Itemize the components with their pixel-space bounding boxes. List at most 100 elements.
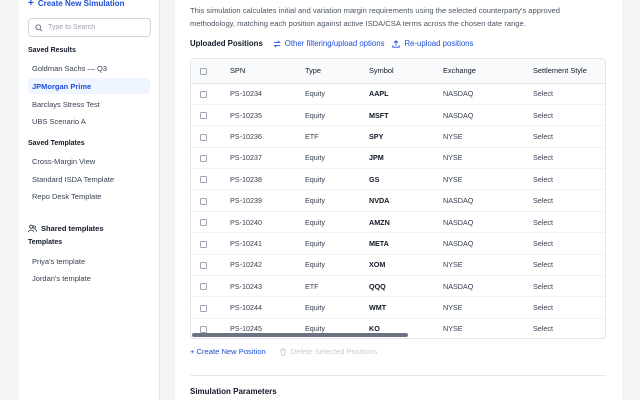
table-actions: + Create New Position Delete Selected Po… xyxy=(190,347,377,356)
column-header-type[interactable]: Type xyxy=(305,59,369,84)
saved-result-jpmorgan[interactable]: JPMorgan Prime xyxy=(28,78,150,94)
saved-template-isda[interactable]: Standard ISDA Template xyxy=(28,171,150,187)
trash-icon xyxy=(279,347,286,356)
row-checkbox[interactable] xyxy=(200,304,207,312)
cell-type: Equity xyxy=(305,168,369,191)
column-header-symbol[interactable]: Symbol xyxy=(369,59,443,84)
row-checkbox[interactable] xyxy=(200,90,207,98)
cell-spn: PS-10236 xyxy=(218,125,305,148)
upload-icon xyxy=(392,39,401,48)
cell-type: Equity xyxy=(305,83,369,105)
cell-type: Equity xyxy=(305,296,369,319)
cell-settlement-style[interactable]: Select xyxy=(533,104,605,127)
row-select-cell xyxy=(191,147,218,170)
cell-spn: PS-10237 xyxy=(218,147,305,170)
template-priya[interactable]: Priya's template xyxy=(28,253,150,269)
cell-type: ETF xyxy=(305,275,369,298)
cell-spn: PS-10240 xyxy=(218,211,305,234)
column-header-settlement-style[interactable]: Settlement Style xyxy=(533,59,605,84)
cell-settlement-style[interactable]: Select xyxy=(533,211,605,234)
table-row[interactable]: PS-10236 ETF SPY NYSE Select xyxy=(191,125,605,148)
cell-settlement-style[interactable]: Select xyxy=(533,275,605,298)
row-checkbox[interactable] xyxy=(200,261,207,269)
cell-symbol: WMT xyxy=(369,296,443,319)
cell-settlement-style[interactable]: Select xyxy=(533,189,605,212)
create-position-button[interactable]: + Create New Position xyxy=(190,347,266,356)
cell-spn: PS-10242 xyxy=(218,254,305,277)
cell-spn: PS-10241 xyxy=(218,232,305,255)
cell-symbol: JPM xyxy=(369,147,443,170)
saved-result-goldman[interactable]: Goldman Sachs — Q3 xyxy=(28,60,150,76)
table-row[interactable]: PS-10238 Equity GS NYSE Select xyxy=(191,168,605,191)
cell-type: Equity xyxy=(305,189,369,212)
cell-exchange: NYSE xyxy=(443,296,533,319)
row-checkbox[interactable] xyxy=(200,197,207,205)
cell-type: Equity xyxy=(305,147,369,170)
reupload-link[interactable]: Re-upload positions xyxy=(392,39,473,48)
cell-type: ETF xyxy=(305,125,369,148)
row-select-cell xyxy=(191,104,218,127)
select-all-cell xyxy=(191,59,218,84)
row-checkbox[interactable] xyxy=(200,283,207,291)
cell-settlement-style[interactable]: Select xyxy=(533,296,605,319)
cell-settlement-style[interactable]: Select xyxy=(533,232,605,255)
cell-symbol: AMZN xyxy=(369,211,443,234)
cell-settlement-style[interactable]: Select xyxy=(533,168,605,191)
row-select-cell xyxy=(191,254,218,277)
swap-icon xyxy=(273,39,281,48)
row-checkbox[interactable] xyxy=(200,219,207,227)
positions-table-container: SPN Type Symbol Exchange Settlement Styl… xyxy=(190,58,606,339)
table-row[interactable]: PS-10242 Equity XOM NYSE Select xyxy=(191,254,605,277)
saved-template-cross-margin[interactable]: Cross-Margin View xyxy=(28,153,150,169)
table-row[interactable]: PS-10237 Equity JPM NYSE Select xyxy=(191,147,605,170)
table-row[interactable]: PS-10244 Equity WMT NYSE Select xyxy=(191,296,605,319)
table-row[interactable]: PS-10239 Equity NVDA NASDAQ Select xyxy=(191,189,605,212)
table-row[interactable]: PS-10243 ETF QQQ NASDAQ Select xyxy=(191,275,605,298)
positions-table: SPN Type Symbol Exchange Settlement Styl… xyxy=(191,59,605,338)
saved-result-barclays[interactable]: Barclays Stress Test xyxy=(28,96,150,112)
table-row[interactable]: PS-10241 Equity META NASDAQ Select xyxy=(191,232,605,255)
template-jordan[interactable]: Jordan's template xyxy=(28,270,150,286)
row-checkbox[interactable] xyxy=(200,240,207,248)
cell-type: Equity xyxy=(305,232,369,255)
table-row[interactable]: PS-10235 Equity MSFT NASDAQ Select xyxy=(191,104,605,127)
scrollbar-thumb[interactable] xyxy=(192,333,408,337)
cell-symbol: SPY xyxy=(369,125,443,148)
row-select-cell xyxy=(191,232,218,255)
cell-settlement-style[interactable]: Select xyxy=(533,254,605,277)
row-checkbox[interactable] xyxy=(200,176,207,184)
filter-options-link[interactable]: Other filtering/upload options xyxy=(273,39,384,48)
horizontal-scrollbar[interactable] xyxy=(190,333,606,338)
shared-templates-header: Shared templates xyxy=(28,224,104,233)
row-select-cell xyxy=(191,168,218,191)
row-checkbox[interactable] xyxy=(200,133,207,141)
column-header-exchange[interactable]: Exchange xyxy=(443,59,533,84)
positions-toolbar: Uploaded Positions Other filtering/uploa… xyxy=(190,39,473,48)
row-select-cell xyxy=(191,189,218,212)
row-checkbox[interactable] xyxy=(200,154,207,162)
cell-settlement-style[interactable]: Select xyxy=(533,125,605,148)
cell-exchange: NASDAQ xyxy=(443,104,533,127)
select-all-checkbox[interactable] xyxy=(200,67,207,75)
table-row[interactable]: PS-10240 Equity AMZN NASDAQ Select xyxy=(191,211,605,234)
create-simulation-label: Create New Simulation xyxy=(37,0,125,8)
row-checkbox[interactable] xyxy=(200,112,207,120)
saved-result-ubs[interactable]: UBS Scenario A xyxy=(28,113,150,129)
cell-type: Equity xyxy=(305,211,369,234)
row-select-cell xyxy=(191,275,218,298)
search-box[interactable] xyxy=(28,18,151,37)
search-input[interactable] xyxy=(48,24,148,31)
saved-template-repo[interactable]: Repo Desk Template xyxy=(28,188,150,204)
create-simulation-link[interactable]: + Create New Simulation xyxy=(28,0,125,9)
table-header-row: SPN Type Symbol Exchange Settlement Styl… xyxy=(191,59,605,84)
simulation-description: This simulation calculates initial and v… xyxy=(190,6,560,28)
delete-positions-button[interactable]: Delete Selected Positions xyxy=(279,347,378,356)
reupload-label: Re-upload positions xyxy=(404,39,474,48)
section-divider xyxy=(190,375,606,376)
cell-settlement-style[interactable]: Select xyxy=(533,83,605,105)
table-row[interactable]: PS-10234 Equity AAPL NASDAQ Select xyxy=(191,83,605,105)
column-header-spn[interactable]: SPN xyxy=(218,59,305,84)
cell-exchange: NYSE xyxy=(443,168,533,191)
delete-positions-label: Delete Selected Positions xyxy=(290,347,378,356)
cell-settlement-style[interactable]: Select xyxy=(533,147,605,170)
